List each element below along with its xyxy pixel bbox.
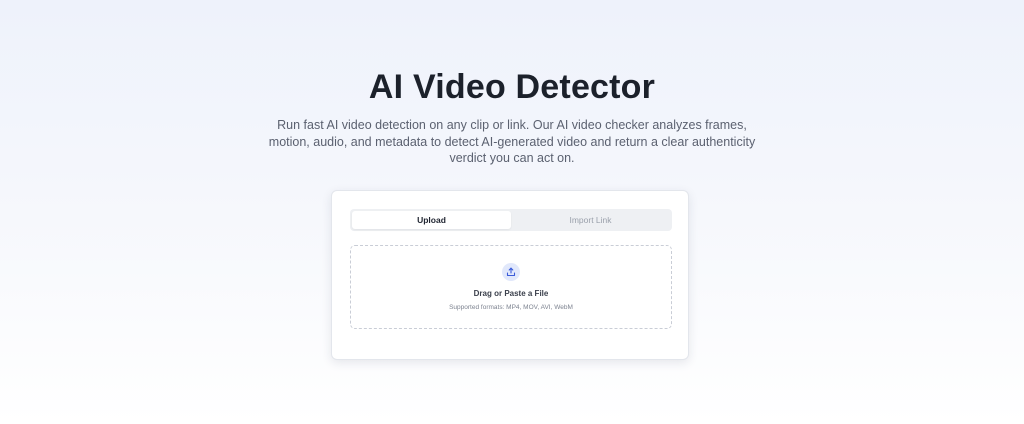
tab-upload[interactable]: Upload — [352, 211, 511, 229]
tab-import-link[interactable]: Import Link — [511, 211, 670, 229]
upload-icon — [502, 263, 520, 281]
page-subtitle: Run fast AI video detection on any clip … — [268, 118, 756, 165]
uploader-card: Upload Import Link Drag or Paste a File … — [331, 190, 689, 360]
uploader-tabs: Upload Import Link — [350, 209, 672, 231]
file-dropzone[interactable]: Drag or Paste a File Supported formats: … — [350, 245, 672, 329]
page-title: AI Video Detector — [368, 68, 656, 106]
dropzone-title: Drag or Paste a File — [473, 289, 549, 298]
dropzone-formats: Supported formats: MP4, MOV, AVI, WebM — [449, 304, 573, 311]
upload-arrow-icon — [506, 267, 516, 277]
